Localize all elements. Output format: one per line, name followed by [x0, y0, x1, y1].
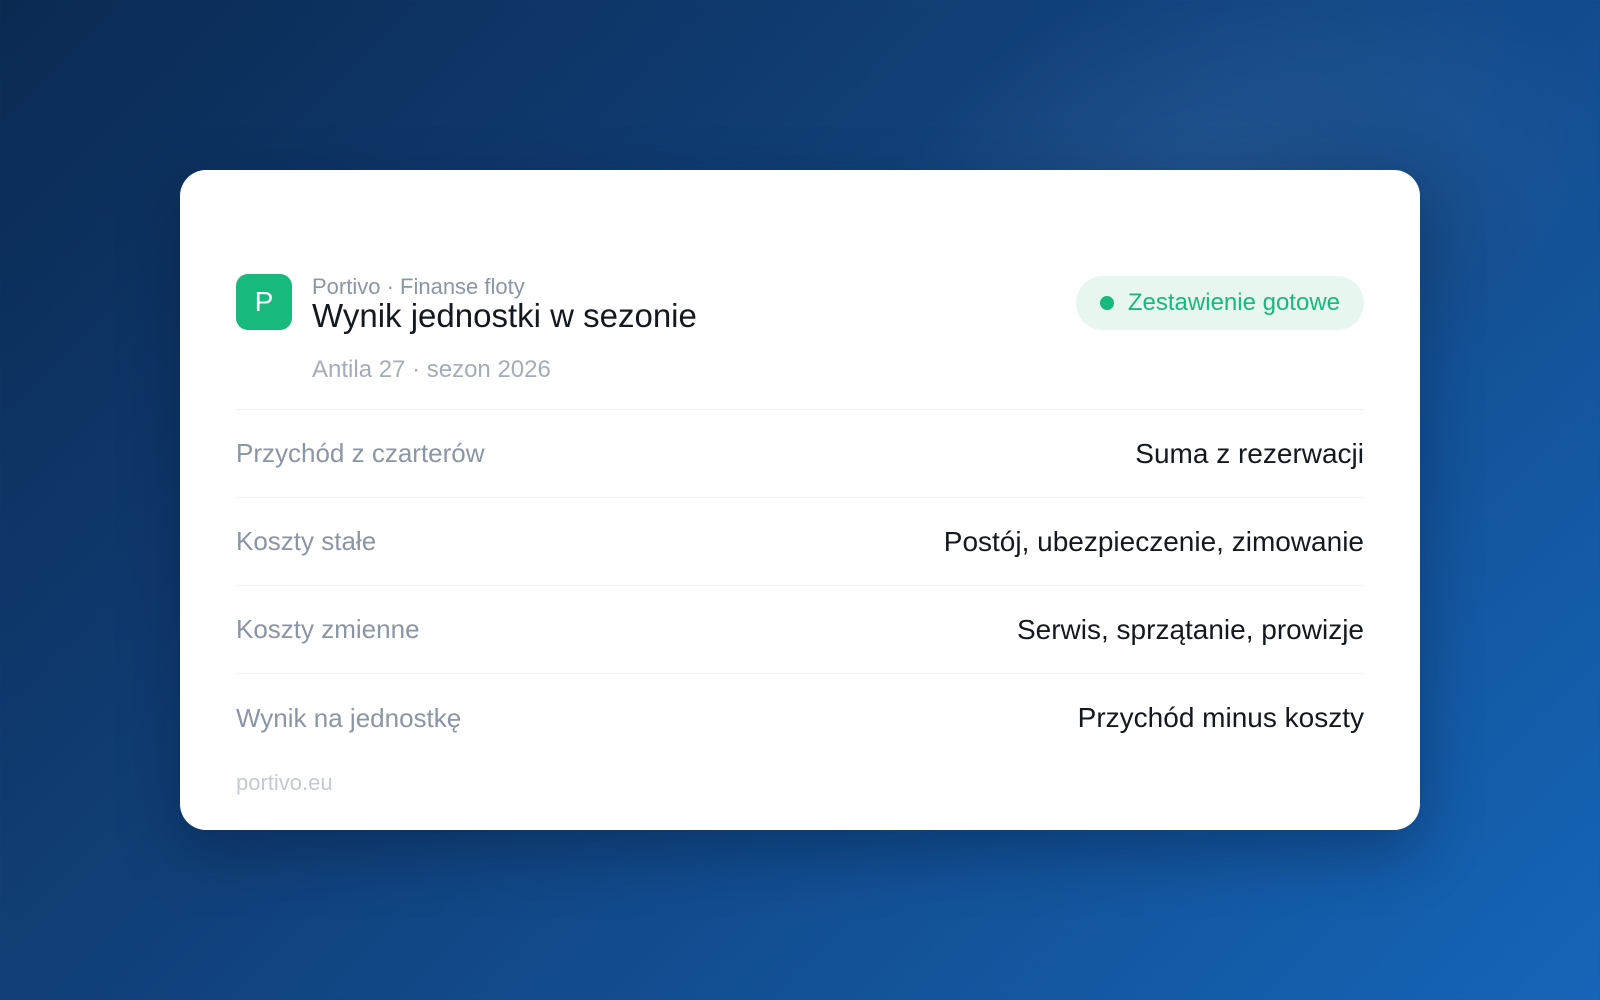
- card-header: P Portivo · Finanse floty Wynik jednostk…: [236, 222, 1364, 410]
- header-titles: Portivo · Finanse floty Wynik jednostki …: [312, 274, 697, 384]
- summary-list: Przychód z czarterów Suma z rezerwacji K…: [236, 410, 1364, 762]
- status-label: Zestawienie gotowe: [1127, 289, 1340, 316]
- row-value: Suma z rezerwacji: [1135, 437, 1364, 469]
- list-item: Koszty stałe Postój, ubezpieczenie, zimo…: [236, 498, 1364, 586]
- row-value: Serwis, sprzątanie, prowizje: [1016, 613, 1364, 645]
- list-item: Koszty zmienne Serwis, sprzątanie, prowi…: [236, 586, 1364, 674]
- row-label: Przychód z czarterów: [236, 438, 485, 468]
- row-value: Przychód minus koszty: [1077, 702, 1364, 733]
- result-card: P Portivo · Finanse floty Wynik jednostk…: [180, 170, 1420, 830]
- portivo-logo: P: [236, 274, 292, 330]
- list-item: Wynik na jednostkę Przychód minus koszty: [236, 674, 1364, 762]
- status-dot-icon: [1099, 296, 1114, 310]
- page-subtitle: Antila 27 · sezon 2026: [312, 356, 551, 383]
- logo-letter: P: [254, 286, 274, 317]
- row-label: Wynik na jednostkę: [236, 702, 462, 733]
- row-value: Postój, ubezpieczenie, zimowanie: [943, 525, 1364, 557]
- footer-domain: portivo.eu: [236, 770, 333, 795]
- row-label: Koszty zmienne: [236, 614, 420, 644]
- list-item: Przychód z czarterów Suma z rezerwacji: [236, 410, 1364, 498]
- row-label: Koszty stałe: [236, 526, 377, 556]
- status-badge: Zestawienie gotowe: [1075, 276, 1364, 330]
- page-title: Wynik jednostki w sezonie: [312, 297, 697, 334]
